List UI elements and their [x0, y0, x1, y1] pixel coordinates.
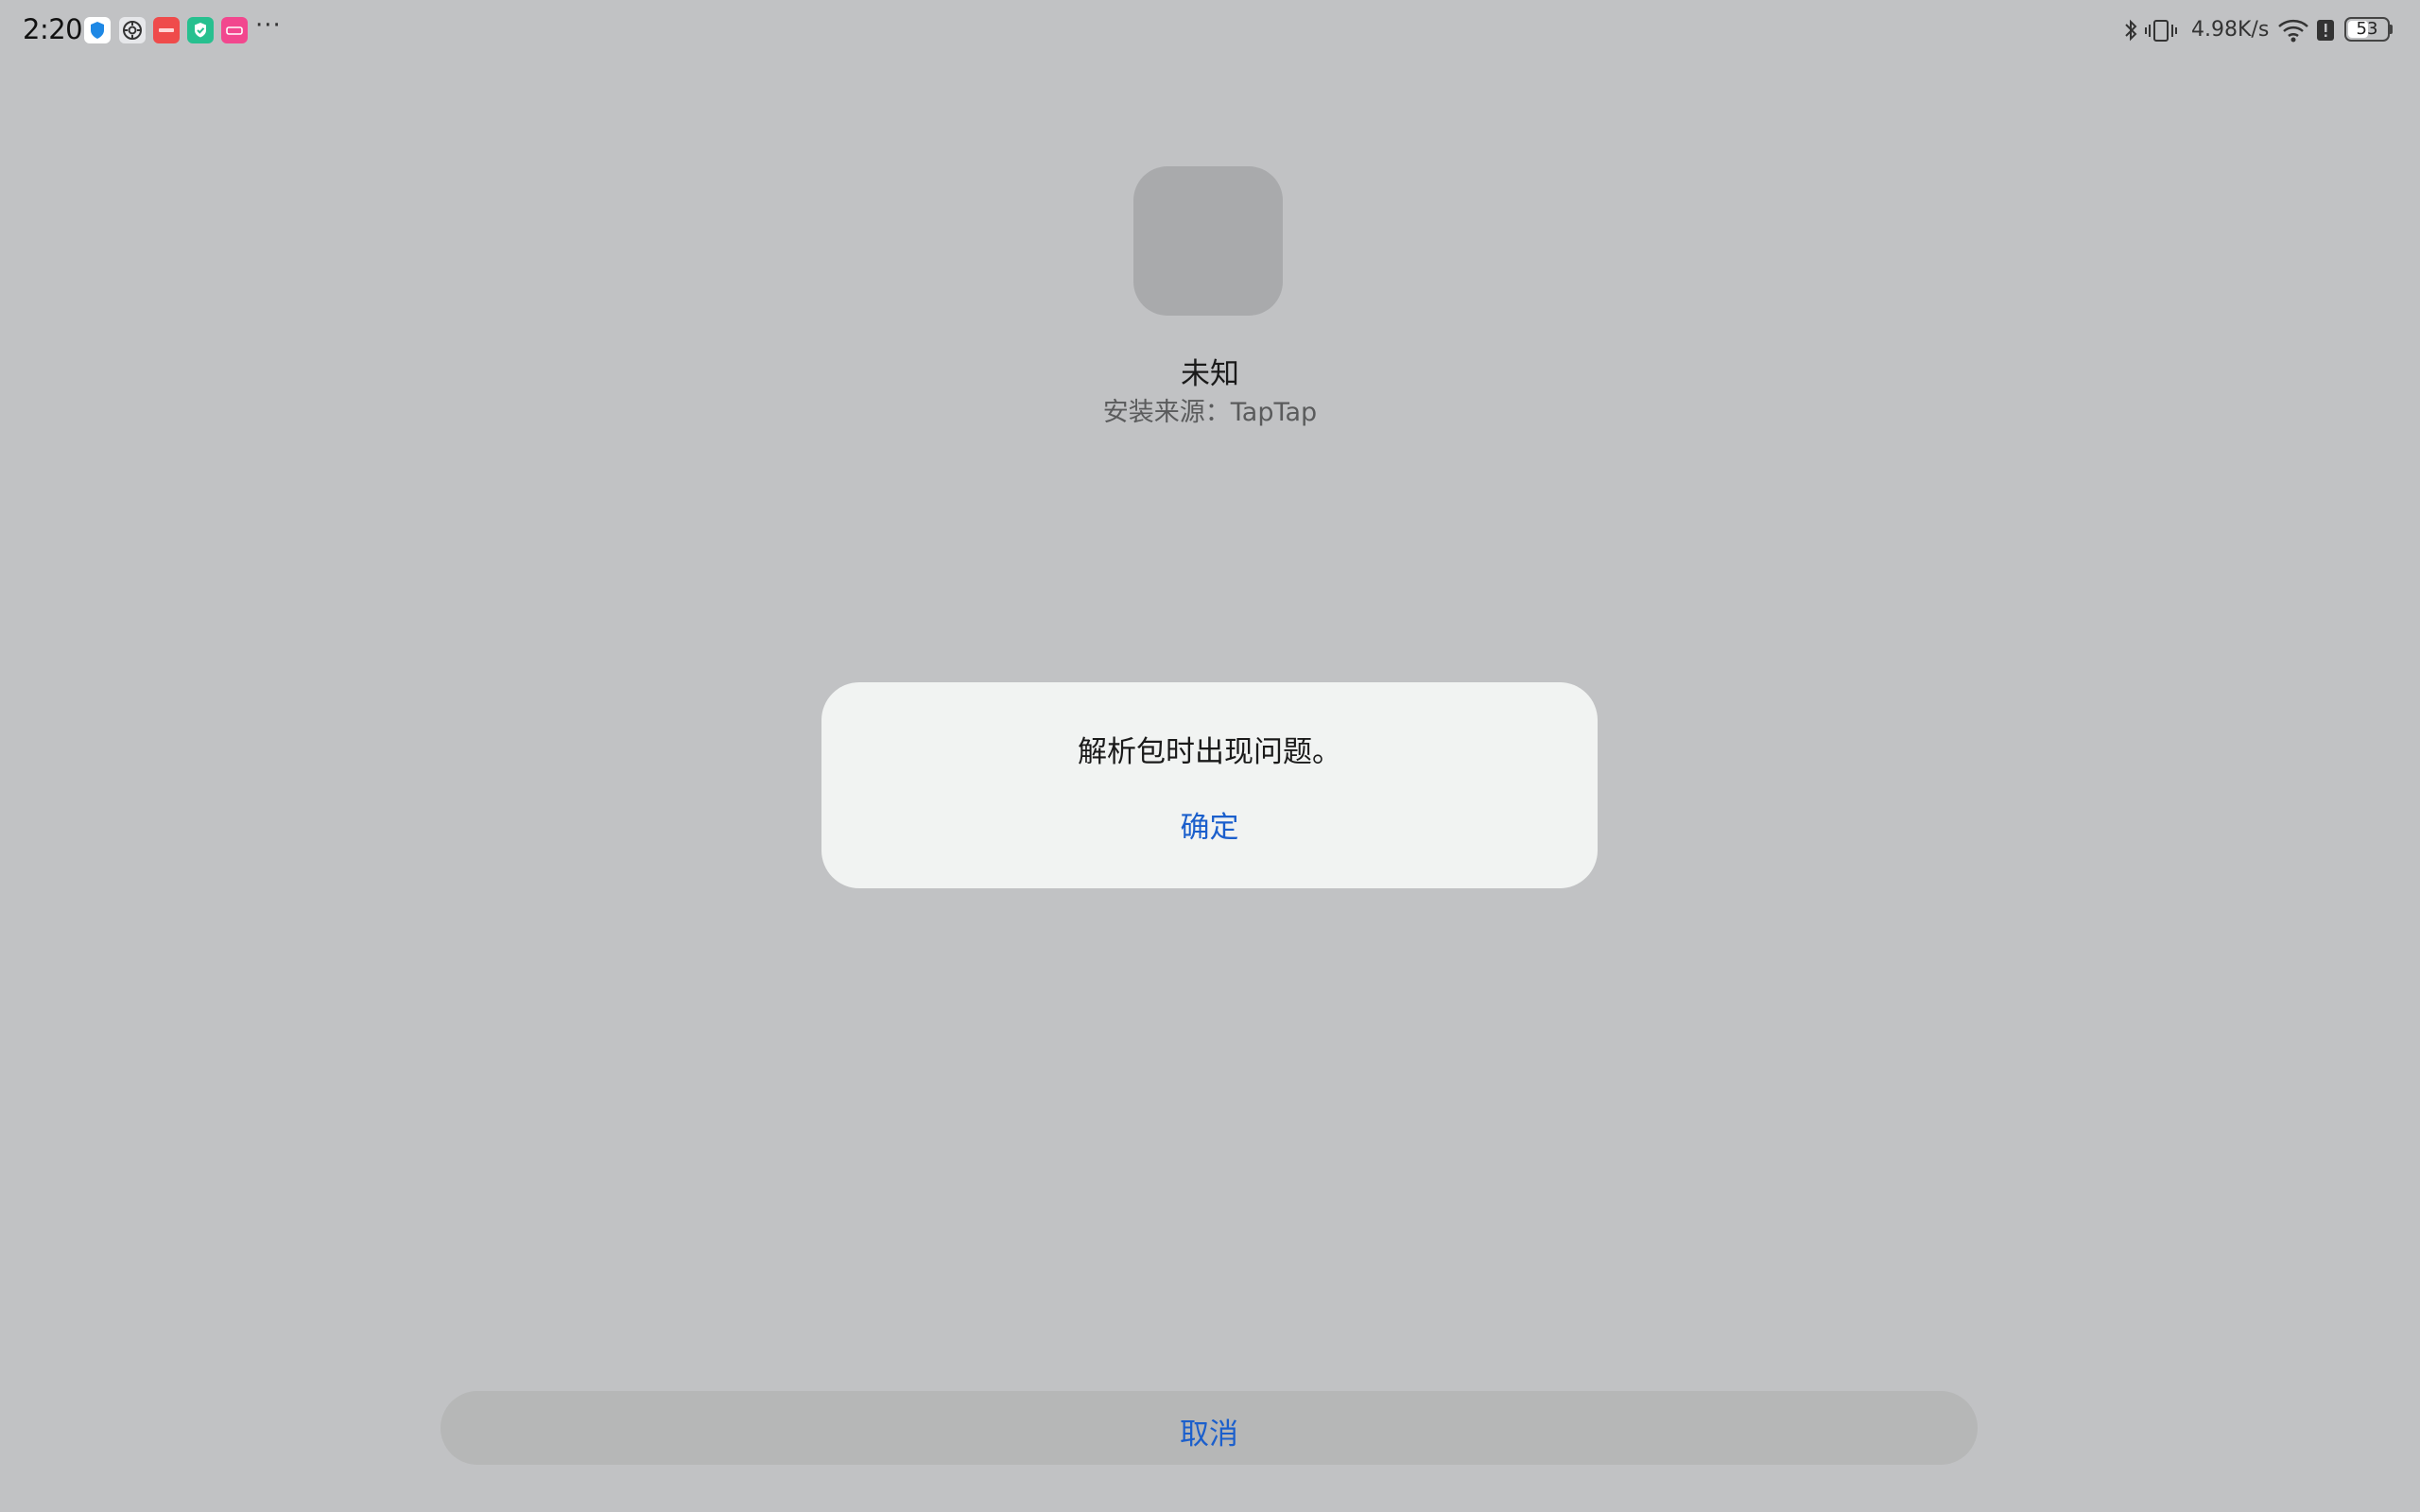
red-app-icon: [153, 17, 180, 43]
more-notifications-icon: ···: [255, 11, 282, 40]
network-speed: 4.98K/s: [2191, 18, 2270, 42]
battery-tip: [2390, 25, 2393, 34]
bluetooth-icon: [2121, 17, 2140, 47]
settings-app-icon: [119, 17, 146, 43]
dialog-message: 解析包时出现问题。: [1078, 735, 1341, 769]
cancel-button[interactable]: 取消: [441, 1391, 1978, 1465]
status-bar: 2:20 ··· 4.98K/s 53: [0, 0, 2420, 60]
cancel-label: 取消: [1180, 1418, 1238, 1452]
error-dialog: 解析包时出现问题。 确定: [821, 682, 1598, 888]
app-name: 未知: [1181, 357, 1239, 391]
battery-percentage: 53: [2356, 19, 2378, 39]
confirm-button[interactable]: 确定: [1162, 799, 1258, 850]
pink-app-icon: [221, 17, 248, 43]
status-time: 2:20: [23, 13, 83, 45]
install-source: 安装来源：TapTap: [1102, 398, 1318, 427]
green-shield-app-icon: [187, 17, 214, 43]
shield-app-icon: [84, 17, 111, 43]
vibrate-icon: [2144, 17, 2178, 47]
battery-icon: 53: [2344, 17, 2390, 42]
wifi-icon: [2276, 17, 2310, 47]
alert-icon: [2316, 17, 2335, 47]
app-placeholder-icon: [1133, 166, 1283, 316]
